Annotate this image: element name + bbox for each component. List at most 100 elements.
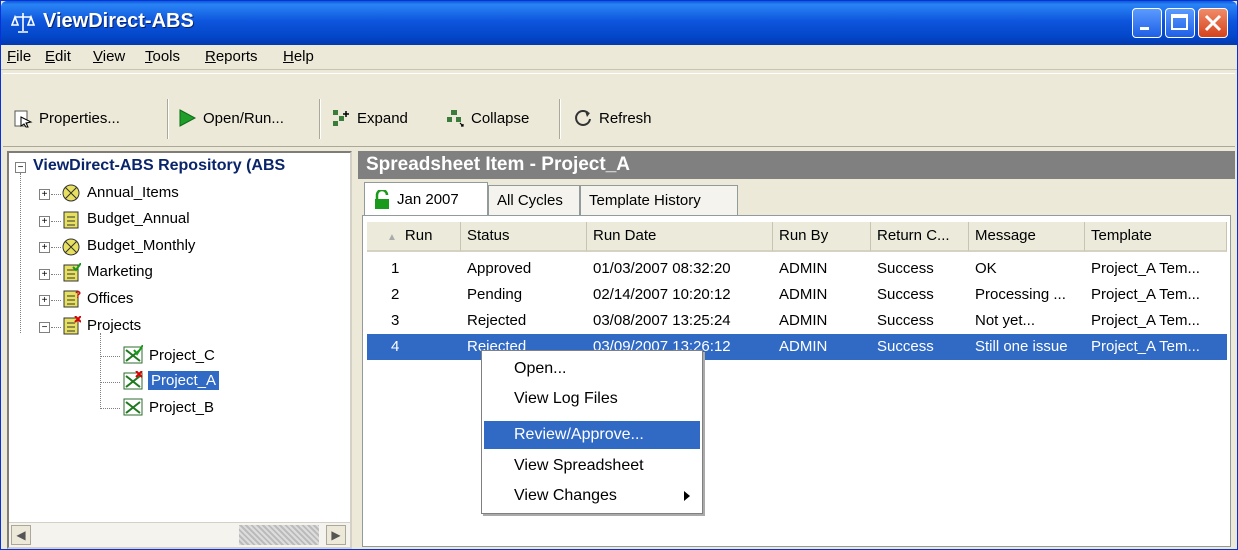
cell-status: Approved <box>467 260 532 277</box>
tree-item-project-c[interactable]: Project_C <box>149 347 215 364</box>
column-header-status[interactable]: Status <box>461 222 587 252</box>
tree-expand-toggle[interactable]: + <box>39 242 50 253</box>
tree-horizontal-scrollbar[interactable]: ◀ ▶ <box>9 522 350 547</box>
tab-jan-2007[interactable]: Jan 2007 <box>364 182 488 216</box>
spreadsheet-rejected-icon <box>123 371 143 390</box>
sort-icon: ▲ <box>387 232 397 243</box>
toolbar-separator <box>559 99 561 139</box>
column-header-run-by[interactable]: Run By <box>773 222 871 252</box>
menu-reports-mnemonic: R <box>205 48 216 65</box>
tree-expand-toggle[interactable]: + <box>39 216 50 227</box>
expand-label: Expand <box>357 109 408 127</box>
menu-edit[interactable]: Edit <box>45 48 71 65</box>
cell-message: Still one issue <box>975 338 1068 355</box>
menu-file[interactable]: File <box>7 48 31 65</box>
tree-root-label[interactable]: ViewDirect-ABS Repository (ABS <box>33 157 285 175</box>
menu-help-label: elp <box>293 48 314 65</box>
title-bar[interactable]: ViewDirect-ABS <box>1 1 1237 45</box>
column-header-message[interactable]: Message <box>969 222 1085 252</box>
column-header-run-date[interactable]: Run Date <box>587 222 773 252</box>
expand-button[interactable]: Expand <box>331 96 408 140</box>
close-icon <box>1204 14 1222 32</box>
menu-file-label: ile <box>16 48 32 65</box>
cell-run-by: ADMIN <box>779 260 828 277</box>
tree-item-budget-monthly[interactable]: Budget_Monthly <box>87 237 195 254</box>
folder-approved-icon <box>63 263 81 282</box>
menu-view[interactable]: View <box>93 48 125 65</box>
table-row[interactable]: 3 Rejected 03/08/2007 13:25:24 ADMIN Suc… <box>367 308 1227 334</box>
cell-template: Project_A Tem... <box>1091 312 1200 329</box>
tab-all-cycles[interactable]: All Cycles <box>488 185 580 215</box>
tree-item-project-b[interactable]: Project_B <box>149 399 214 416</box>
cell-return-code: Success <box>877 312 934 329</box>
menu-item-open[interactable]: Open... <box>484 355 700 383</box>
close-button[interactable] <box>1198 8 1228 38</box>
menu-tools[interactable]: Tools <box>145 48 180 65</box>
tree-item-marketing[interactable]: Marketing <box>87 263 153 280</box>
open-run-label: Open/Run... <box>203 109 284 127</box>
table-row[interactable]: 2 Pending 02/14/2007 10:20:12 ADMIN Succ… <box>367 282 1227 308</box>
tab-all-cycles-label: All Cycles <box>497 192 563 209</box>
tree-line <box>20 173 21 333</box>
menu-bar: File Edit View Tools Reports Help <box>1 45 1237 70</box>
menu-item-view-changes[interactable]: View Changes <box>484 482 700 510</box>
menu-item-view-log-files[interactable]: View Log Files <box>484 385 700 413</box>
tree-collapse-toggle[interactable]: − <box>15 162 26 173</box>
table-row[interactable]: 1 Approved 01/03/2007 08:32:20 ADMIN Suc… <box>367 256 1227 282</box>
minimize-button[interactable] <box>1132 8 1162 38</box>
tree-item-annual-items[interactable]: Annual_Items <box>87 184 179 201</box>
play-icon <box>179 109 197 127</box>
column-header-template[interactable]: Template <box>1085 222 1227 252</box>
tree-expand-toggle[interactable]: + <box>39 269 50 280</box>
menu-edit-mnemonic: E <box>45 48 56 65</box>
menu-edit-label: dit <box>55 48 71 65</box>
tree-expand-toggle[interactable]: + <box>39 189 50 200</box>
tree-item-projects[interactable]: Projects <box>87 317 141 334</box>
tree-item-project-a[interactable]: Project_A <box>148 371 220 390</box>
menu-item-view-spreadsheet[interactable]: View Spreadsheet <box>484 452 700 480</box>
tree-line <box>51 194 61 195</box>
cell-message: Processing ... <box>975 286 1066 303</box>
tree-line <box>100 382 120 383</box>
tree-line <box>51 274 61 275</box>
spreadsheet-icon <box>123 398 143 416</box>
properties-button[interactable]: Properties... <box>13 96 120 140</box>
menu-help-mnemonic: H <box>283 48 294 65</box>
app-window: ViewDirect-ABS File Edit View Tools Repo… <box>0 0 1238 550</box>
cell-run: 1 <box>391 260 400 277</box>
refresh-icon <box>575 110 591 126</box>
cell-run-by: ADMIN <box>779 286 828 303</box>
expand-icon <box>333 110 349 126</box>
svg-text:?: ? <box>75 290 81 301</box>
folder-rejected-icon <box>63 316 81 335</box>
repository-tree[interactable]: − ViewDirect-ABS Repository (ABS + Annua… <box>7 151 352 549</box>
cell-run: 3 <box>391 312 400 329</box>
menu-reports[interactable]: Reports <box>205 48 258 65</box>
cell-run-by: ADMIN <box>779 312 828 329</box>
maximize-button[interactable] <box>1165 8 1195 38</box>
lock-icon <box>375 189 389 209</box>
tree-item-budget-annual[interactable]: Budget_Annual <box>87 210 190 227</box>
column-header-run[interactable]: ▲ Run <box>367 222 461 252</box>
open-run-button[interactable]: Open/Run... <box>177 96 284 140</box>
cell-message: Not yet... <box>975 312 1036 329</box>
tree-line <box>51 221 61 222</box>
maximize-icon <box>1171 14 1188 30</box>
column-header-run-label: Run <box>404 227 433 244</box>
scroll-right-button[interactable]: ▶ <box>326 525 346 545</box>
scroll-left-button[interactable]: ◀ <box>11 525 31 545</box>
tab-jan-2007-label: Jan 2007 <box>397 191 459 208</box>
collapse-button[interactable]: Collapse <box>445 96 529 140</box>
group-icon <box>62 184 80 202</box>
menu-help[interactable]: Help <box>283 48 314 65</box>
scroll-thumb[interactable] <box>239 525 319 545</box>
tree-collapse-toggle[interactable]: − <box>39 322 50 333</box>
tree-expand-toggle[interactable]: + <box>39 295 50 306</box>
cell-template: Project_A Tem... <box>1091 286 1200 303</box>
menu-item-review-approve[interactable]: Review/Approve... <box>484 421 700 449</box>
refresh-button[interactable]: Refresh <box>573 96 652 140</box>
column-header-return-code[interactable]: Return C... <box>871 222 969 252</box>
tree-item-offices[interactable]: Offices <box>87 290 133 307</box>
tab-template-history[interactable]: Template History <box>580 185 738 215</box>
tree-line <box>51 247 61 248</box>
